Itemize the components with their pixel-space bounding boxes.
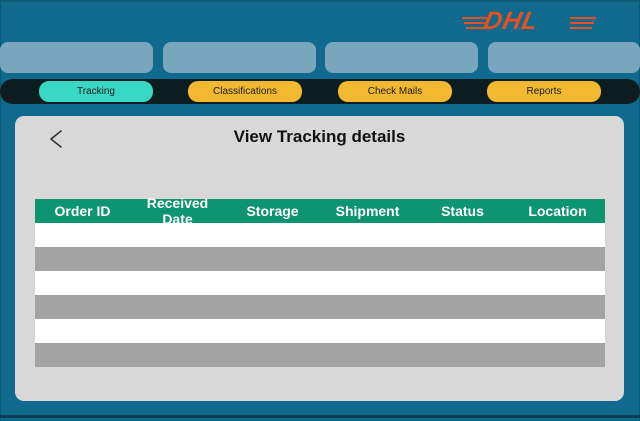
top-tab-2[interactable] [163,42,316,73]
tracking-panel: View Tracking details Order ID Received … [15,116,624,401]
main-nav: Tracking Classifications Check Mails Rep… [0,79,640,104]
table-row[interactable] [35,223,605,247]
table-row[interactable] [35,343,605,367]
dhl-logo: DHL [462,7,596,35]
nav-tracking-button[interactable]: Tracking [39,81,153,102]
logo-text: DHL [481,7,542,35]
top-tab-strip [0,42,640,73]
bottom-divider [0,415,640,418]
nav-check-mails-button[interactable]: Check Mails [338,81,452,102]
column-header-location[interactable]: Location [510,203,605,219]
column-header-shipment[interactable]: Shipment [320,203,415,219]
table-header: Order ID Received Date Storage Shipment … [35,195,605,227]
table-row[interactable] [35,271,605,295]
table-row[interactable] [35,295,605,319]
column-header-storage[interactable]: Storage [225,203,320,219]
nav-classifications-button[interactable]: Classifications [188,81,302,102]
column-header-received-date[interactable]: Received Date [130,195,225,227]
top-tab-1[interactable] [0,42,153,73]
table-row[interactable] [35,319,605,343]
nav-reports-button[interactable]: Reports [487,81,601,102]
top-tab-4[interactable] [488,42,640,73]
column-header-order-id[interactable]: Order ID [35,203,130,219]
page-title: View Tracking details [233,127,406,146]
top-tab-3[interactable] [325,42,478,73]
tracking-table: Order ID Received Date Storage Shipment … [35,195,605,367]
column-header-status[interactable]: Status [415,203,510,219]
table-row[interactable] [35,247,605,271]
